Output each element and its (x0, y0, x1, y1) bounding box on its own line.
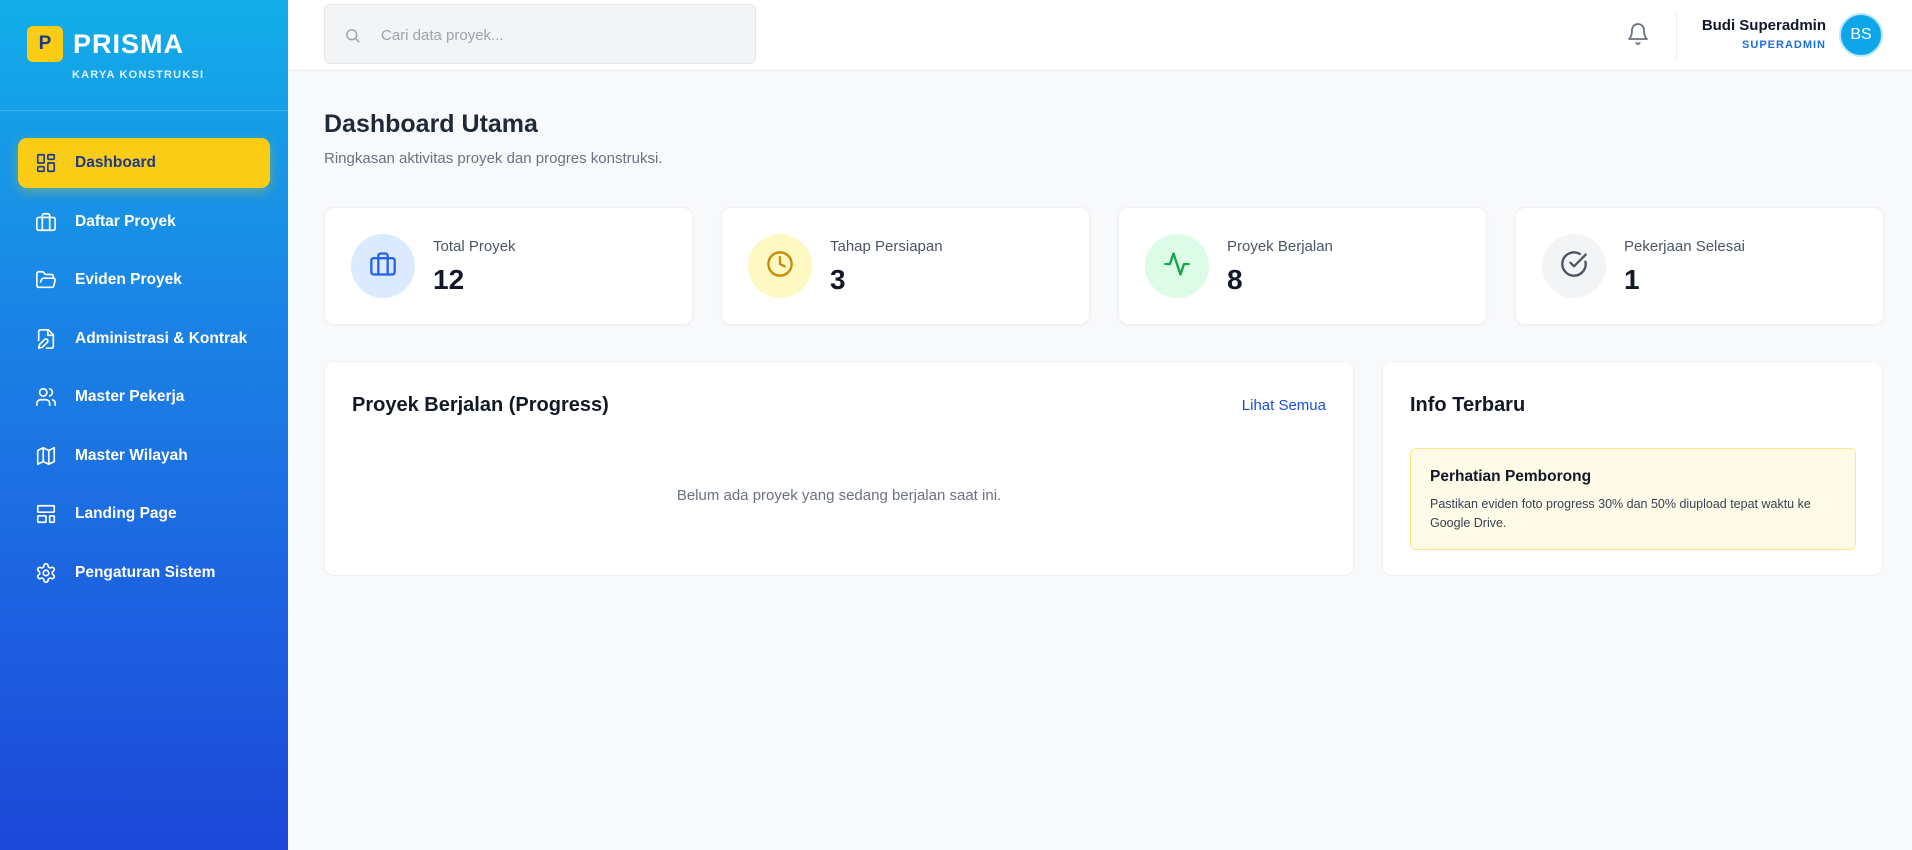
stat-value: 12 (433, 264, 465, 295)
stat-icon-bg (1145, 234, 1209, 298)
activity-icon (1163, 250, 1191, 283)
brand-name: PRISMA (73, 28, 185, 59)
sidebar-item-label: Daftar Proyek (75, 212, 176, 230)
map-icon (35, 445, 57, 467)
user-name: Budi Superadmin (1701, 17, 1826, 34)
sidebar-item-landing-page[interactable]: Landing Page (18, 489, 270, 539)
sidebar-item-label: Dashboard (75, 154, 156, 171)
lihat-semua-link[interactable]: Lihat Semua (1242, 397, 1326, 414)
stat-icon-bg (748, 234, 812, 298)
notice-card: Perhatian Pemborong Pastikan eviden foto… (1410, 448, 1856, 550)
progress-panel: Proyek Berjalan (Progress) Lihat Semua B… (324, 361, 1354, 576)
check-circle-icon (1560, 250, 1588, 283)
sidebar: P PRISMA KARYA KONSTRUKSI Dashboard Daft… (0, 0, 288, 850)
sidebar-item-eviden-proyek[interactable]: Eviden Proyek (18, 255, 270, 305)
brand-subtitle: KARYA KONSTRUKSI (72, 69, 205, 81)
stat-icon-bg (351, 234, 415, 298)
sidebar-item-pengaturan-sistem[interactable]: Pengaturan Sistem (18, 548, 270, 598)
sidebar-item-label: Master Pekerja (75, 388, 185, 405)
stat-card-tahap-persiapan: Tahap Persiapan 3 (721, 207, 1090, 325)
sidebar-item-master-pekerja[interactable]: Master Pekerja (18, 372, 270, 422)
brand[interactable]: P PRISMA (27, 26, 184, 62)
clock-icon (766, 250, 794, 283)
briefcase-icon (35, 211, 57, 233)
notice-body: Pastikan eviden foto progress 30% dan 50… (1430, 497, 1811, 530)
sidebar-item-label: Landing Page (75, 505, 177, 522)
stat-label: Total Proyek (433, 238, 516, 255)
sidebar-item-label: Administrasi & Kontrak (75, 329, 248, 347)
page-subtitle: Ringkasan aktivitas proyek dan progres k… (324, 150, 663, 167)
folder-open-icon (35, 269, 57, 291)
file-edit-icon (35, 328, 57, 350)
sidebar-item-label: Master Wilayah (75, 446, 188, 464)
notice-title: Perhatian Pemborong (1430, 468, 1592, 485)
info-panel: Info Terbaru Perhatian Pemborong Pastika… (1382, 361, 1883, 576)
sidebar-item-master-wilayah[interactable]: Master Wilayah (18, 431, 270, 481)
avatar[interactable]: BS (1839, 13, 1883, 57)
stat-value: 8 (1227, 264, 1243, 295)
stat-label: Tahap Persiapan (830, 238, 943, 255)
search-input[interactable] (381, 23, 741, 47)
sidebar-item-dashboard[interactable]: Dashboard (18, 138, 270, 188)
bell-icon[interactable] (1626, 22, 1650, 46)
topbar: Budi Superadmin SUPERADMIN BS (288, 0, 1912, 71)
user-role: SUPERADMIN (1742, 39, 1826, 51)
briefcase-icon (369, 250, 397, 283)
stat-value: 3 (830, 264, 846, 295)
sidebar-item-administrasi-kontrak[interactable]: Administrasi & Kontrak (18, 314, 270, 364)
stat-icon-bg (1542, 234, 1606, 298)
stat-label: Pekerjaan Selesai (1624, 238, 1745, 255)
layout-icon (35, 503, 57, 525)
stat-value: 1 (1624, 264, 1640, 295)
progress-panel-title: Proyek Berjalan (Progress) (352, 394, 609, 416)
search-icon (344, 27, 361, 44)
stat-label: Proyek Berjalan (1227, 238, 1333, 255)
search-box[interactable] (324, 4, 756, 64)
page-title: Dashboard Utama (324, 110, 538, 138)
sidebar-divider (0, 110, 288, 111)
sidebar-item-label: Pengaturan Sistem (75, 563, 216, 581)
stat-card-pekerjaan-selesai: Pekerjaan Selesai 1 (1515, 207, 1884, 325)
grid-icon (35, 152, 57, 174)
sidebar-nav: Dashboard Daftar Proyek Eviden Proyek Ad… (18, 138, 270, 606)
info-panel-title: Info Terbaru (1410, 394, 1526, 416)
topbar-divider (1676, 12, 1677, 58)
sidebar-item-daftar-proyek[interactable]: Daftar Proyek (18, 197, 270, 247)
empty-state-text: Belum ada proyek yang sedang berjalan sa… (676, 487, 1002, 504)
sidebar-item-label: Eviden Proyek (75, 271, 182, 288)
brand-logo: P (27, 26, 63, 62)
gear-icon (35, 562, 57, 584)
stat-card-total-proyek: Total Proyek 12 (324, 207, 693, 325)
stat-card-proyek-berjalan: Proyek Berjalan 8 (1118, 207, 1487, 325)
users-icon (35, 386, 57, 408)
